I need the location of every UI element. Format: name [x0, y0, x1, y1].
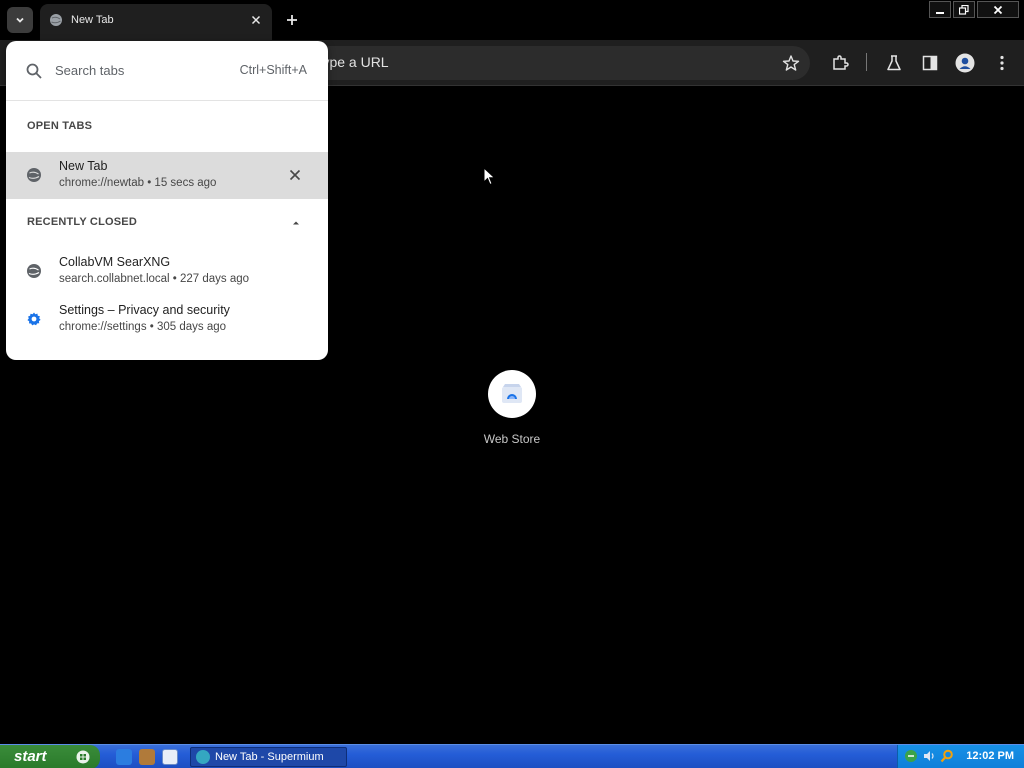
open-tab-title: New Tab — [59, 159, 108, 173]
tab-close-button[interactable] — [248, 12, 264, 28]
close-icon — [993, 5, 1003, 14]
taskbar-task-supermium[interactable]: New Tab - Supermium — [190, 747, 347, 767]
start-label: start — [14, 748, 47, 765]
clock: 12:02 PM — [966, 750, 1014, 762]
extensions-button[interactable] — [830, 52, 850, 74]
internet-explorer-icon[interactable] — [116, 749, 132, 765]
taskbar: start New Tab - Supermium 12:02 PM — [0, 744, 1024, 768]
globe-icon — [50, 14, 62, 26]
volume-icon[interactable] — [922, 749, 936, 763]
search-icon — [26, 63, 42, 79]
open-tab-subtitle: chrome://newtab • 15 secs ago — [59, 177, 217, 189]
window-close-button[interactable] — [977, 1, 1019, 18]
chevron-up-icon[interactable] — [290, 217, 302, 229]
show-desktop-icon[interactable] — [162, 749, 178, 765]
restore-icon — [959, 4, 969, 15]
side-panel-button[interactable] — [920, 52, 940, 74]
windows-logo-icon — [76, 750, 90, 764]
kebab-menu-icon — [1000, 55, 1004, 71]
supermium-icon — [196, 750, 210, 764]
recently-closed-subtitle: search.collabnet.local • 227 days ago — [59, 273, 250, 285]
network-icon[interactable] — [904, 749, 918, 763]
tab-search-popup: Search tabs Ctrl+Shift+A OPEN TABS New T… — [6, 41, 328, 360]
recently-closed-heading: RECENTLY CLOSED — [27, 216, 137, 228]
recently-closed-title: CollabVM SearXNG — [59, 255, 171, 269]
web-store-shortcut[interactable]: Web Store — [472, 370, 552, 446]
chevron-down-icon — [16, 17, 24, 23]
side-panel-icon — [922, 55, 938, 71]
toolbar-separator — [866, 53, 867, 71]
screen: New Tab r type a URL Web Store Search ta… — [0, 0, 1024, 768]
restore-button[interactable] — [953, 1, 975, 18]
flask-icon — [887, 55, 901, 71]
start-button[interactable]: start — [0, 745, 100, 768]
tab-new-tab[interactable]: New Tab — [40, 4, 272, 40]
labs-button[interactable] — [884, 52, 904, 74]
new-tab-button[interactable] — [282, 10, 302, 30]
tab-search-placeholder: Search tabs — [55, 63, 125, 78]
recently-closed-item[interactable]: Settings – Privacy and security chrome:/… — [6, 296, 328, 343]
recently-closed-title: Settings – Privacy and security — [59, 303, 230, 317]
tab-title: New Tab — [71, 14, 114, 26]
tab-search-field[interactable]: Search tabs Ctrl+Shift+A — [6, 41, 328, 101]
mouse-cursor-icon — [483, 167, 496, 186]
media-player-icon[interactable] — [139, 749, 155, 765]
tab-search-shortcut: Ctrl+Shift+A — [239, 63, 307, 77]
globe-icon — [27, 264, 41, 278]
taskbar-task-label: New Tab - Supermium — [215, 751, 324, 763]
bookmark-star-icon[interactable] — [782, 54, 800, 72]
profile-button[interactable] — [955, 52, 975, 74]
open-tab-item[interactable]: New Tab chrome://newtab • 15 secs ago — [6, 152, 328, 199]
close-icon[interactable] — [288, 168, 302, 182]
minimize-button[interactable] — [929, 1, 951, 18]
tab-search-button[interactable] — [7, 7, 33, 33]
close-icon — [251, 15, 261, 25]
plus-icon — [287, 15, 297, 25]
web-store-label: Web Store — [483, 432, 541, 446]
menu-button[interactable] — [992, 52, 1012, 74]
tab-strip: New Tab — [0, 0, 1024, 40]
gear-icon — [27, 312, 41, 326]
open-tabs-heading: OPEN TABS — [27, 120, 93, 132]
globe-icon — [27, 168, 41, 182]
minimize-icon — [936, 11, 944, 14]
web-store-tile — [488, 370, 536, 418]
recently-closed-subtitle: chrome://settings • 305 days ago — [59, 321, 227, 333]
web-store-icon — [502, 384, 522, 403]
search-icon[interactable] — [940, 749, 954, 763]
recently-closed-item[interactable]: CollabVM SearXNG search.collabnet.local … — [6, 248, 328, 295]
puzzle-icon — [833, 55, 849, 70]
avatar-icon — [955, 53, 975, 73]
system-tray: 12:02 PM — [897, 745, 1024, 768]
